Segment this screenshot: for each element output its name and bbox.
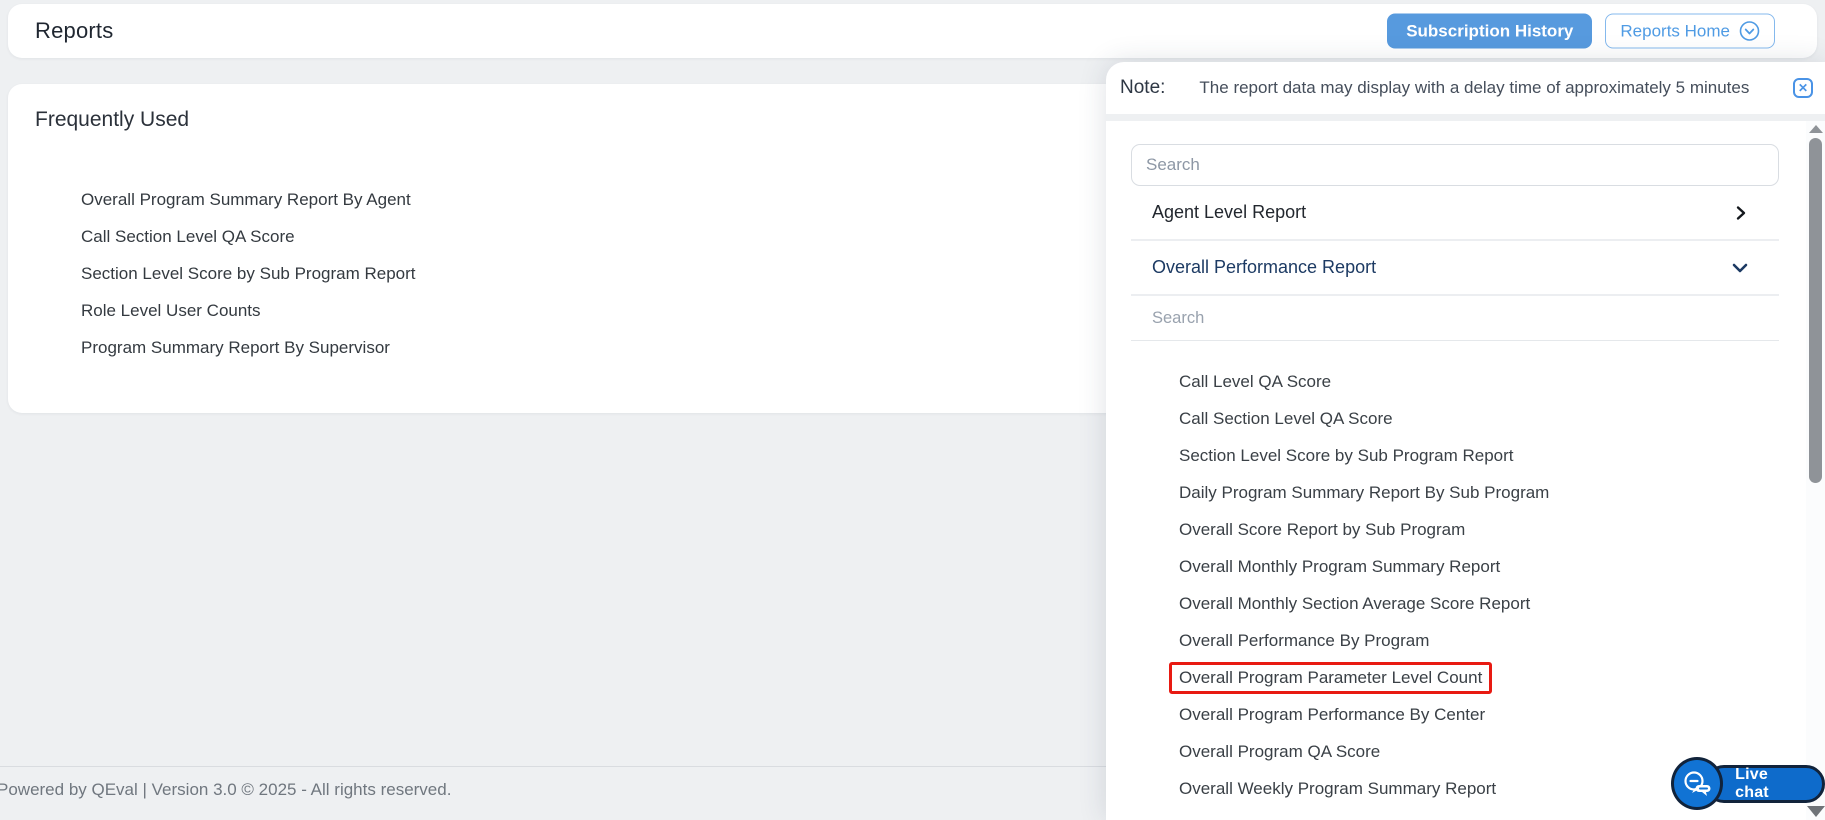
report-item[interactable]: Overall Monthly Program Summary Report xyxy=(1131,548,1779,585)
frequently-used-item-label: Section Level Score by Sub Program Repor… xyxy=(81,264,416,284)
report-item[interactable]: Daily Program Summary Report By Sub Prog… xyxy=(1131,474,1779,511)
frequently-used-title: Frequently Used xyxy=(35,108,189,132)
report-item-label: Overall Program Parameter Level Count xyxy=(1169,662,1492,694)
note-text: The report data may display with a delay… xyxy=(1199,78,1749,98)
reports-home-label: Reports Home xyxy=(1620,21,1730,41)
chat-bubble-icon xyxy=(1671,757,1723,810)
frequently-used-item[interactable]: Call Section Level QA Score xyxy=(81,218,416,255)
report-item[interactable]: Overall Program Performance By Center xyxy=(1131,696,1779,733)
chevron-down-icon xyxy=(1731,260,1749,276)
live-chat-label: Live chat xyxy=(1705,765,1825,803)
frequently-used-item-label: Overall Program Summary Report By Agent xyxy=(81,190,411,210)
report-item-label: Call Section Level QA Score xyxy=(1179,409,1393,429)
header-buttons: Subscription History Reports Home xyxy=(1387,14,1775,49)
frequently-used-item[interactable]: Program Summary Report By Supervisor xyxy=(81,329,416,366)
report-item[interactable]: Overall Performance By Program xyxy=(1131,622,1779,659)
close-icon[interactable]: ✕ xyxy=(1793,78,1813,98)
footer-text: Powered by QEval | Version 3.0 © 2025 - … xyxy=(0,780,451,800)
frequently-used-item-label: Program Summary Report By Supervisor xyxy=(81,338,390,358)
report-item[interactable]: Call Section Level QA Score xyxy=(1131,400,1779,437)
report-item-label: Overall Performance By Program xyxy=(1179,631,1429,651)
report-item-label: Overall Score Report by Sub Program xyxy=(1179,520,1465,540)
subscription-history-button[interactable]: Subscription History xyxy=(1387,14,1592,49)
frequently-used-item[interactable]: Section Level Score by Sub Program Repor… xyxy=(81,255,416,292)
reports-dropdown-panel: Note: The report data may display with a… xyxy=(1106,62,1825,820)
report-item-label: Overall Monthly Section Average Score Re… xyxy=(1179,594,1530,614)
report-item[interactable]: Overall Monthly Section Average Score Re… xyxy=(1131,585,1779,622)
category-label: Agent Level Report xyxy=(1152,202,1306,223)
report-item-label: Overall Program Performance By Center xyxy=(1179,705,1485,725)
live-chat-button[interactable]: Live chat xyxy=(1671,757,1825,810)
scrollbar[interactable] xyxy=(1806,121,1825,820)
scroll-up-icon[interactable] xyxy=(1809,125,1823,133)
frequently-used-list: Overall Program Summary Report By Agent C… xyxy=(81,181,416,366)
chevron-right-icon xyxy=(1733,205,1749,221)
note-bar: Note: The report data may display with a… xyxy=(1106,62,1825,114)
panel-divider xyxy=(1106,114,1825,121)
page-header: Reports Subscription History Reports Hom… xyxy=(8,4,1817,58)
frequently-used-item-label: Role Level User Counts xyxy=(81,301,261,321)
category-label: Overall Performance Report xyxy=(1152,257,1376,278)
scrollbar-thumb[interactable] xyxy=(1809,138,1822,483)
report-list: Call Level QA Score Call Section Level QA… xyxy=(1131,363,1779,807)
report-item[interactable]: Call Level QA Score xyxy=(1131,363,1779,400)
frequently-used-item-label: Call Section Level QA Score xyxy=(81,227,295,247)
note-label: Note: xyxy=(1120,77,1165,99)
panel-body: Agent Level Report Overall Performance R… xyxy=(1106,144,1825,807)
report-item-label: Overall Program QA Score xyxy=(1179,742,1380,762)
report-item-label: Overall Weekly Program Summary Report xyxy=(1179,779,1496,799)
reports-home-button[interactable]: Reports Home xyxy=(1605,14,1775,49)
category-overall-performance-report[interactable]: Overall Performance Report xyxy=(1131,241,1779,296)
report-item[interactable]: Overall Score Report by Sub Program xyxy=(1131,511,1779,548)
page-title: Reports xyxy=(35,18,113,44)
report-item[interactable]: Section Level Score by Sub Program Repor… xyxy=(1131,437,1779,474)
report-item-label: Section Level Score by Sub Program Repor… xyxy=(1179,446,1514,466)
category-agent-level-report[interactable]: Agent Level Report xyxy=(1131,186,1779,241)
report-item-label: Overall Monthly Program Summary Report xyxy=(1179,557,1500,577)
sub-search-input[interactable] xyxy=(1131,296,1779,341)
frequently-used-item[interactable]: Role Level User Counts xyxy=(81,292,416,329)
report-item[interactable]: Overall Program Parameter Level Count xyxy=(1131,659,1779,696)
chevron-down-circle-icon xyxy=(1739,21,1760,42)
report-item-label: Call Level QA Score xyxy=(1179,372,1331,392)
frequently-used-item[interactable]: Overall Program Summary Report By Agent xyxy=(81,181,416,218)
search-input[interactable] xyxy=(1131,144,1779,186)
report-item-label: Daily Program Summary Report By Sub Prog… xyxy=(1179,483,1549,503)
